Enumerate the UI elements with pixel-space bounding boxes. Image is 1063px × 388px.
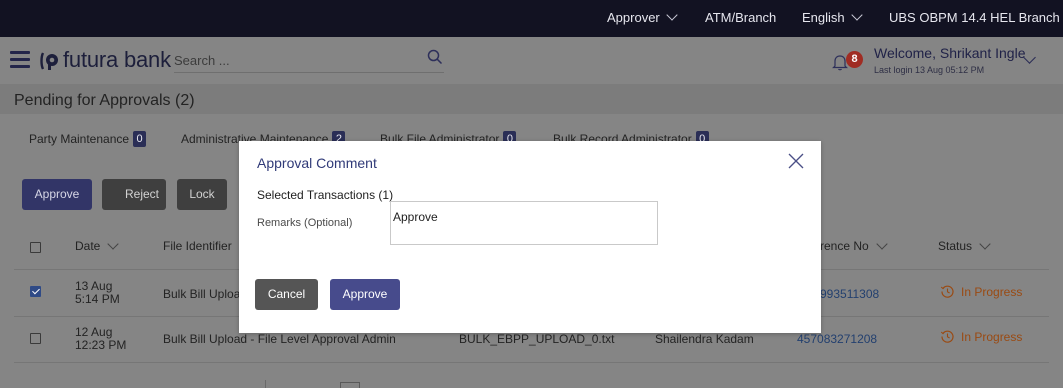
remarks-label: Remarks (Optional) [257,217,353,229]
entity-switcher[interactable]: UBS OBPM 14.4 HEL Branch [889,10,1063,25]
location-link[interactable]: ATM/Branch [705,10,776,25]
search-input[interactable] [174,49,444,73]
column-label: Status [938,239,973,253]
approval-comment-modal: Approval Comment Selected Transactions (… [239,141,821,333]
row-status: In Progress [940,329,1022,344]
modal-title: Approval Comment [257,155,377,171]
clock-icon [940,330,954,343]
tab-count-badge: 0 [133,131,147,147]
status-text: In Progress [961,329,1023,344]
row-checkbox[interactable] [30,333,41,344]
chevron-down-icon [107,237,120,250]
chevron-down-icon [979,237,991,250]
page-size-select[interactable] [340,382,360,388]
chevron-down-icon [850,9,863,21]
select-all-checkbox[interactable] [30,242,41,253]
remarks-field[interactable]: Approve [390,201,658,245]
location-label: ATM/Branch [705,10,777,25]
row-date-time: 12:23 PM [75,338,127,352]
status-text: In Progress [961,284,1023,299]
entity-label: UBS OBPM 14.4 HEL Branch [889,10,1060,25]
search-icon[interactable] [427,49,443,65]
welcome-text[interactable]: Welcome, Shrikant Ingle [874,45,1025,61]
clock-icon [940,285,954,298]
tab-party-maintenance[interactable]: Party Maintenance 0 [29,131,147,147]
pagination-divider [265,380,266,388]
lock-button[interactable]: Lock [177,179,227,210]
row-date-time: 5:14 PM [75,292,120,306]
language-switcher[interactable]: English [802,9,863,25]
row-status: In Progress [940,284,1022,299]
chevron-down-icon [876,237,888,250]
cancel-button[interactable]: Cancel [255,279,318,310]
role-switcher[interactable]: Approver [607,9,678,25]
notification-badge: 8 [846,51,863,68]
row-date: 13 Aug 5:14 PM [75,280,120,306]
column-header-file-identifier[interactable]: File Identifier [163,239,232,253]
role-label: Approver [607,10,660,25]
row-checkbox[interactable] [30,286,41,297]
brand-name: futura bank [63,47,171,72]
tab-label: Party Maintenance [29,132,130,146]
approve-button[interactable]: Approve [330,279,400,310]
approve-button[interactable]: Approve [22,179,92,210]
last-login-text: Last login 13 Aug 05:12 PM [874,65,985,75]
close-icon[interactable] [787,152,805,170]
top-bar: Approver ATM/Branch English UBS OBPM 14.… [0,0,1063,37]
column-header-status[interactable]: Status [938,237,991,253]
column-label: Date [75,239,101,253]
column-label: File Identifier [163,239,232,253]
row-date: 12 Aug 12:23 PM [75,326,126,352]
row-file-identifier: Bulk Bill Upload - File Level Approval A… [163,332,396,346]
app-header: futura bank 8 Welcome, Shrikant Ingle La… [0,37,1063,84]
column-header-reference-no[interactable]: rence No [820,237,888,253]
column-label: rence No [820,239,869,253]
page-title: Pending for Approvals (2) [14,92,195,109]
reject-button[interactable]: Reject [102,179,166,210]
futura-bank-logo-icon [40,52,58,70]
column-header-date[interactable]: Date [75,237,120,253]
chevron-down-icon [666,9,678,21]
row-initiated-by: Shailendra Kadam [655,332,754,346]
row-reference-link[interactable]: 457083271208 [797,332,877,346]
row-reference-link[interactable]: 993511308 [820,287,879,301]
row-file-name: BULK_EBPP_UPLOAD_0.txt [459,332,615,346]
language-label: English [802,10,845,25]
hamburger-menu-icon[interactable] [10,51,30,68]
row-divider [14,362,1049,363]
row-file-identifier: Bulk Bill Uploa [163,287,241,301]
selected-transactions: Selected Transactions (1) [257,188,394,202]
